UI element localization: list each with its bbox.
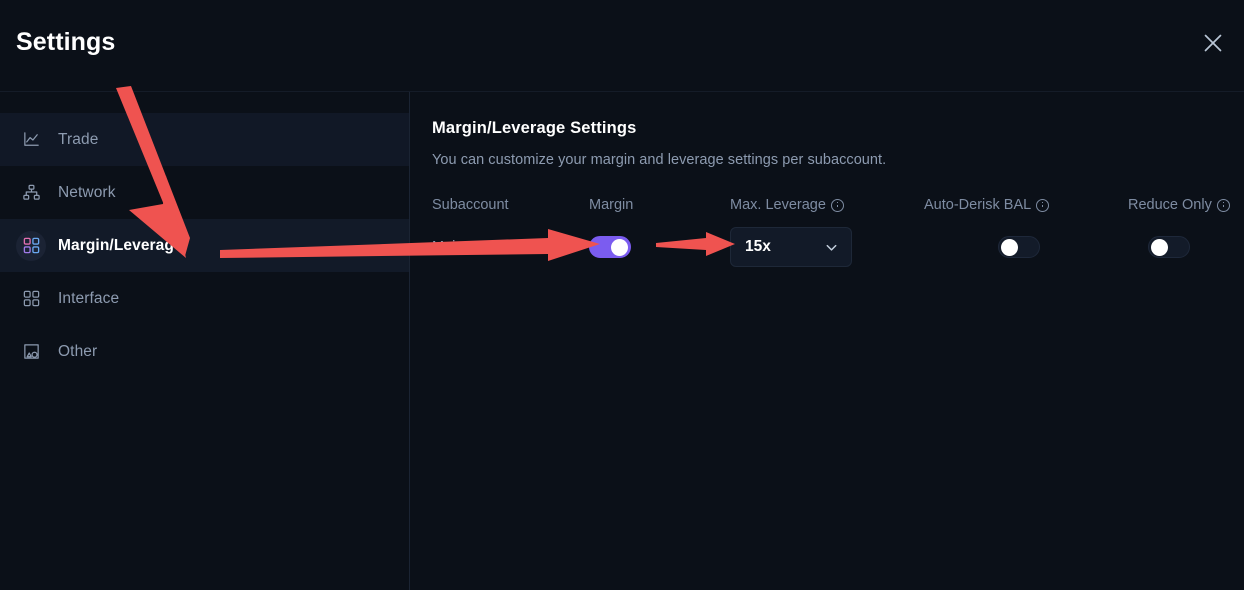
info-icon[interactable] (1036, 198, 1050, 212)
table-row: Main Account 15x (432, 220, 1244, 274)
sidebar-item-label: Other (58, 342, 98, 360)
info-icon[interactable] (830, 198, 844, 212)
auto-derisk-toggle[interactable] (998, 236, 1040, 258)
cell-auto-derisk-toggle (924, 236, 1128, 258)
toggle-knob (1151, 239, 1168, 256)
column-header-auto-derisk-bal: Auto-Derisk BAL (924, 197, 1128, 213)
panel-subtitle: You can customize your margin and levera… (432, 152, 887, 168)
sidebar-item-network[interactable]: Network (0, 166, 409, 219)
cell-max-leverage: 15x (730, 227, 924, 267)
sidebar-item-label: Trade (58, 130, 99, 148)
chart-line-icon (16, 125, 46, 155)
column-header-margin: Margin (589, 197, 634, 213)
column-header-reduce-only: Reduce Only (1128, 197, 1244, 213)
settings-sidebar: Trade Network Margin/Leverage Interface … (0, 92, 410, 590)
cell-reduce-only-toggle (1128, 236, 1244, 258)
dialog-header: Settings (0, 0, 1244, 92)
settings-dialog: Settings Trade Network Margin/Leverage I… (0, 0, 1244, 590)
margin-leverage-panel: Margin/Leverage Settings You can customi… (411, 92, 1244, 590)
grid-blocks-icon (16, 230, 46, 261)
table-header-row: Subaccount Margin Max. Leverage Auto-Der… (432, 190, 1244, 220)
info-icon[interactable] (1216, 198, 1230, 212)
sidebar-item-label: Interface (58, 289, 120, 307)
close-icon[interactable] (1196, 26, 1230, 60)
toggle-knob (611, 239, 628, 256)
max-leverage-value: 15x (745, 238, 771, 255)
margin-toggle[interactable] (589, 236, 631, 258)
cell-subaccount-name: Main Account (432, 239, 520, 255)
sidebar-item-other[interactable]: Other (0, 325, 409, 378)
column-header-subaccount: Subaccount (432, 197, 509, 213)
page-title: Settings (16, 28, 116, 56)
chevron-down-icon (824, 240, 839, 255)
subaccount-settings-table: Subaccount Margin Max. Leverage Auto-Der… (432, 190, 1244, 274)
shapes-icon (16, 337, 46, 367)
sidebar-item-margin-leverage[interactable]: Margin/Leverage (0, 219, 409, 272)
grid-blocks-icon (16, 284, 46, 314)
column-header-max-leverage: Max. Leverage (730, 197, 924, 213)
reduce-only-toggle[interactable] (1148, 236, 1190, 258)
cell-margin-toggle (589, 236, 730, 258)
panel-title: Margin/Leverage Settings (432, 119, 637, 137)
max-leverage-dropdown[interactable]: 15x (730, 227, 852, 267)
sidebar-item-label: Network (58, 183, 116, 201)
network-tree-icon (16, 178, 46, 208)
sidebar-item-trade[interactable]: Trade (0, 113, 409, 166)
sidebar-item-label: Margin/Leverage (58, 236, 183, 254)
toggle-knob (1001, 239, 1018, 256)
sidebar-item-interface[interactable]: Interface (0, 272, 409, 325)
